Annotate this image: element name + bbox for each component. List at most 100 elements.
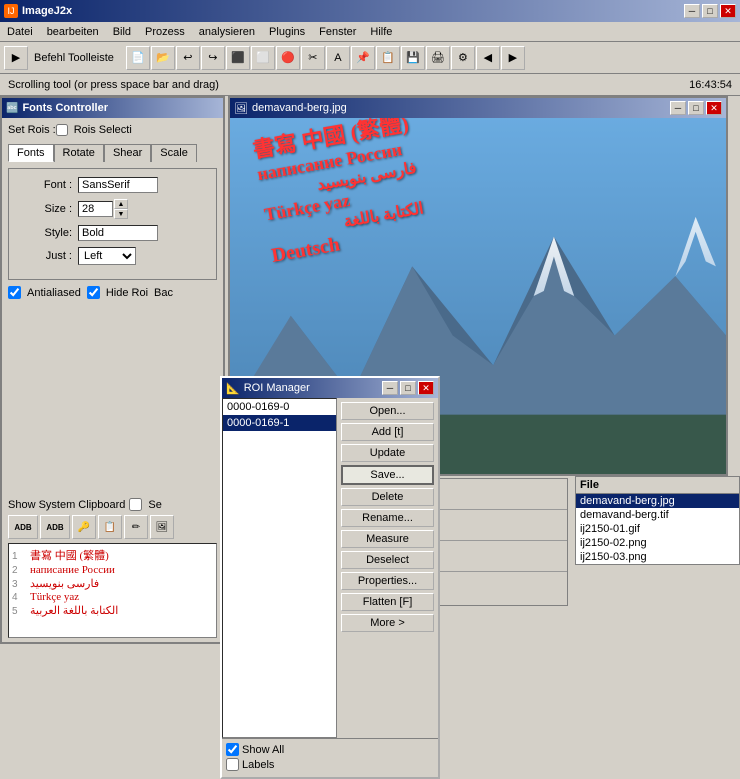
roi-deselect-button[interactable]: Deselect	[341, 551, 434, 569]
tool-btn-14[interactable]: ⚙	[451, 46, 475, 70]
roi-title-buttons: ─ □ ✕	[382, 381, 434, 395]
roi-add-button[interactable]: Add [t]	[341, 423, 434, 441]
tool-btn-13[interactable]: 🖨	[426, 46, 450, 70]
image-close-button[interactable]: ✕	[706, 101, 722, 115]
tab-fonts[interactable]: Fonts	[8, 144, 54, 162]
tool-btn-12[interactable]: 💾	[401, 46, 425, 70]
status-message: Scrolling tool (or press space bar and d…	[8, 79, 219, 91]
preview-text-2: написание России	[30, 564, 115, 576]
tool-btn-5[interactable]: ⬛	[226, 46, 250, 70]
edit-button[interactable]: ✏	[124, 515, 148, 539]
size-input[interactable]	[78, 201, 113, 217]
tab-rotate[interactable]: Rotate	[54, 144, 104, 162]
menu-hilfe[interactable]: Hilfe	[367, 25, 395, 39]
tool-btn-2[interactable]: 📂	[151, 46, 175, 70]
roi-item-0[interactable]: 0000-0169-0	[223, 399, 336, 415]
file-list: demavand-berg.jpg demavand-berg.tif ij21…	[576, 494, 739, 564]
tool-btn-15[interactable]: ◀	[476, 46, 500, 70]
size-down-button[interactable]: ▼	[114, 209, 128, 219]
key-button[interactable]: 🔑	[72, 515, 96, 539]
minimize-button[interactable]: ─	[684, 4, 700, 18]
style-label: Style:	[17, 227, 72, 239]
play-button[interactable]: ▶	[4, 46, 28, 70]
set-rois-checkbox[interactable]	[56, 124, 68, 136]
image-minimize-button[interactable]: ─	[670, 101, 686, 115]
set-rois-label: Set Rois :	[8, 124, 56, 136]
image-maximize-button[interactable]: □	[688, 101, 704, 115]
roi-flatten-button[interactable]: Flatten [F]	[341, 593, 434, 611]
tool-btn-16[interactable]: ▶	[501, 46, 525, 70]
file-item-3[interactable]: ij2150-02.png	[576, 536, 739, 550]
roi-open-button[interactable]: Open...	[341, 402, 434, 420]
size-up-button[interactable]: ▲	[114, 199, 128, 209]
roi-properties-button[interactable]: Properties...	[341, 572, 434, 590]
antialiased-checkbox[interactable]	[8, 286, 21, 299]
tab-bar: Fonts Rotate Shear Scale	[8, 144, 217, 162]
just-select[interactable]: Left Center Right	[78, 247, 136, 265]
adb2-button[interactable]: ADB	[40, 515, 70, 539]
roi-more-button[interactable]: More >	[341, 614, 434, 632]
preview-line-5: 5 الكتابة باللغة العربية	[12, 604, 213, 617]
roi-title-bar: 📐 ROI Manager ─ □ ✕	[222, 378, 438, 398]
tool-btn-10[interactable]: 📌	[351, 46, 375, 70]
roi-rename-button[interactable]: Rename...	[341, 509, 434, 527]
clipboard-checkbox[interactable]	[129, 498, 142, 511]
set-rois-row: Set Rois : Rois Selecti	[8, 124, 217, 136]
clipboard-row: Show System Clipboard Se	[8, 498, 217, 511]
close-button[interactable]: ✕	[720, 4, 736, 18]
font-input[interactable]	[78, 177, 158, 193]
menu-prozess[interactable]: Prozess	[142, 25, 188, 39]
roi-update-button[interactable]: Update	[341, 444, 434, 462]
preview-line-3: 3 فارسی بنویسید	[12, 577, 213, 590]
preview-line-4: 4 Türkçe yaz	[12, 591, 213, 603]
roi-minimize-button[interactable]: ─	[382, 381, 398, 395]
font-label: Font :	[17, 179, 72, 191]
tool-btn-3[interactable]: ↩	[176, 46, 200, 70]
size-label: Size :	[17, 203, 72, 215]
menu-bearbeiten[interactable]: bearbeiten	[44, 25, 102, 39]
tool-btn-8[interactable]: ✂	[301, 46, 325, 70]
back-label: Bac	[154, 287, 173, 299]
menu-plugins[interactable]: Plugins	[266, 25, 308, 39]
roi-item-1[interactable]: 0000-0169-1	[223, 415, 336, 431]
roi-restore-button[interactable]: □	[400, 381, 416, 395]
menu-analysieren[interactable]: analysieren	[196, 25, 258, 39]
file-item-0[interactable]: demavand-berg.jpg	[576, 494, 739, 508]
status-bar: Scrolling tool (or press space bar and d…	[0, 74, 740, 96]
tool-btn-1[interactable]: 📄	[126, 46, 150, 70]
menu-fenster[interactable]: Fenster	[316, 25, 359, 39]
roi-labels-checkbox[interactable]	[226, 758, 239, 771]
copy-button[interactable]: 📋	[98, 515, 122, 539]
img-button[interactable]: 🖼	[150, 515, 174, 539]
menu-datei[interactable]: Datei	[4, 25, 36, 39]
roi-title: ROI Manager	[244, 382, 310, 394]
just-row: Just : Left Center Right	[17, 247, 208, 265]
roi-content: 0000-0169-0 0000-0169-1 Open... Add [t] …	[222, 398, 438, 738]
maximize-button[interactable]: □	[702, 4, 718, 18]
size-spin-buttons: ▲ ▼	[114, 199, 128, 219]
file-item-1[interactable]: demavand-berg.tif	[576, 508, 739, 522]
tool-btn-6[interactable]: ⬜	[251, 46, 275, 70]
roi-delete-button[interactable]: Delete	[341, 488, 434, 506]
roi-measure-button[interactable]: Measure	[341, 530, 434, 548]
tool-btn-9[interactable]: A	[326, 46, 350, 70]
tool-btn-4[interactable]: ↪	[201, 46, 225, 70]
roi-save-button[interactable]: Save...	[341, 465, 434, 485]
roi-show-all-checkbox[interactable]	[226, 743, 239, 756]
antialiased-label: Antialiased	[27, 287, 81, 299]
tool-btn-7[interactable]: 🔴	[276, 46, 300, 70]
tab-shear[interactable]: Shear	[104, 144, 151, 162]
adb1-button[interactable]: ADB	[8, 515, 38, 539]
tab-scale[interactable]: Scale	[151, 144, 197, 162]
file-item-4[interactable]: ij2150-03.png	[576, 550, 739, 564]
menu-bild[interactable]: Bild	[110, 25, 134, 39]
tool-btn-11[interactable]: 📋	[376, 46, 400, 70]
fonts-panel-icon: 🔤	[6, 103, 18, 114]
text-preview: 1 書寫 中國 (繁體) 2 написание России 3 فارسی …	[8, 543, 217, 638]
menu-bar: Datei bearbeiten Bild Prozess analysiere…	[0, 22, 740, 42]
style-input[interactable]	[78, 225, 158, 241]
roi-close-button[interactable]: ✕	[418, 381, 434, 395]
hide-roi-checkbox[interactable]	[87, 286, 100, 299]
preview-text-5: الكتابة باللغة العربية	[30, 604, 118, 617]
file-item-2[interactable]: ij2150-01.gif	[576, 522, 739, 536]
